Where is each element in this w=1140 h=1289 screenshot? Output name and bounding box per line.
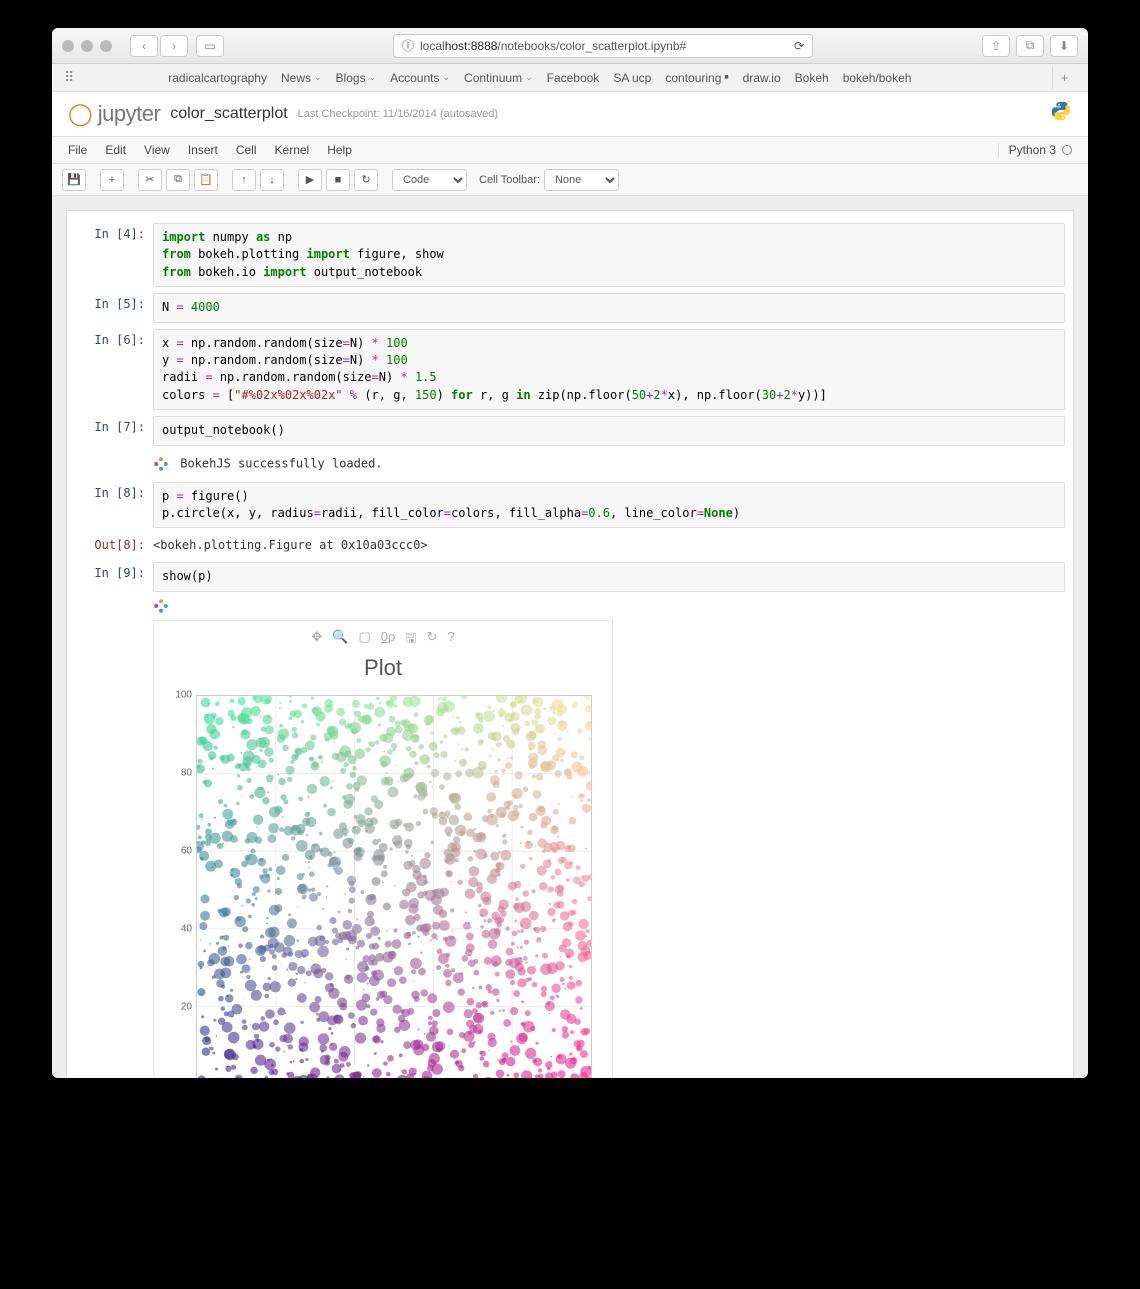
titlebar: ‹ › ▭ ⓘ localhost:8888/notebooks/color_s… <box>52 28 1088 64</box>
paste-button[interactable]: 📋 <box>194 169 218 191</box>
bookmark-item[interactable]: Blogs⌄ <box>336 71 377 85</box>
help-icon[interactable]: ? <box>447 629 454 651</box>
boxzoom-icon[interactable]: ▢ <box>358 629 370 651</box>
tabs-button[interactable]: ⧉ <box>1016 35 1044 57</box>
browser-window: ‹ › ▭ ⓘ localhost:8888/notebooks/color_s… <box>52 28 1088 1078</box>
menu-help[interactable]: Help <box>327 143 352 157</box>
cell-prompt: In [9]: <box>75 562 153 591</box>
bookmark-item[interactable]: contouring ■ <box>665 71 728 85</box>
code-cell[interactable]: x = np.random.random(size=N) * 100 y = n… <box>153 329 1065 411</box>
save-icon[interactable]: 🖫 <box>405 629 416 651</box>
bookmark-item[interactable]: Accounts⌄ <box>390 71 450 85</box>
plot-toolbar: ✥ 🔍 ▢ 0ρ 🖫 ↻ ? <box>162 629 604 651</box>
restart-button[interactable]: ↻ <box>354 169 378 191</box>
code-cell[interactable]: import numpy as np from bokeh.plotting i… <box>153 223 1065 287</box>
reload-icon[interactable]: ⟳ <box>794 39 804 53</box>
code-cell[interactable]: N = 4000 <box>153 293 1065 322</box>
back-button[interactable]: ‹ <box>130 35 158 57</box>
output-text: <bokeh.plotting.Figure at 0x10a03ccc0> <box>153 534 1065 556</box>
kernel-idle-icon <box>1062 145 1072 155</box>
jupyter-logo: ◯ jupyter <box>68 101 160 127</box>
bookmark-item[interactable]: SA ucp <box>613 71 651 85</box>
y-axis: 020406080100 <box>162 695 196 1078</box>
menu-file[interactable]: File <box>68 143 87 157</box>
bookmark-item[interactable]: draw.io <box>743 71 781 85</box>
menu-edit[interactable]: Edit <box>105 143 126 157</box>
add-cell-button[interactable]: + <box>100 169 124 191</box>
downloads-button[interactable]: ⬇ <box>1050 35 1078 57</box>
move-up-button[interactable]: ↑ <box>232 169 256 191</box>
close-icon[interactable] <box>62 40 74 52</box>
menu-insert[interactable]: Insert <box>188 143 218 157</box>
share-button[interactable]: ⇧ <box>982 35 1010 57</box>
code-cell[interactable]: p = figure() p.circle(x, y, radius=radii… <box>153 482 1065 529</box>
sidebar-button[interactable]: ▭ <box>196 35 224 57</box>
code-cell[interactable]: output_notebook() <box>153 416 1065 445</box>
checkpoint-text: Last Checkpoint: 11/16/2014 (autosaved) <box>298 108 498 120</box>
menu-cell[interactable]: Cell <box>236 143 257 157</box>
toolbar: 💾 + ✂ ⧉ 📋 ↑ ↓ ▶ ■ ↻ Code Cell Toolbar: N… <box>52 164 1088 196</box>
url-bar[interactable]: ⓘ localhost:8888/notebooks/color_scatter… <box>393 34 813 58</box>
celltoolbar-label: Cell Toolbar: <box>479 174 540 186</box>
bookmark-item[interactable]: bokeh/bokeh <box>843 71 912 85</box>
bookmark-item[interactable]: Continuum⌄ <box>464 71 533 85</box>
menubar: File Edit View Insert Cell Kernel Help Python … <box>52 136 1088 164</box>
move-down-button[interactable]: ↓ <box>260 169 284 191</box>
traffic-lights <box>62 40 112 52</box>
pan-icon[interactable]: ✥ <box>311 629 322 651</box>
info-icon: ⓘ <box>402 37 414 54</box>
stop-button[interactable]: ■ <box>326 169 350 191</box>
wheelzoom-icon[interactable]: 0ρ <box>381 629 396 651</box>
jupyter-header: ◯ jupyter color_scatterplot Last Checkpo… <box>52 92 1088 136</box>
bookmark-item[interactable]: News⌄ <box>281 71 322 85</box>
bookmarks-bar: ⠿ radicalcartography News⌄ Blogs⌄ Accounts⌄… <box>52 64 1088 92</box>
zoom-icon[interactable]: 🔍 <box>332 629 348 651</box>
cell-prompt: In [6]: <box>75 329 153 411</box>
cell-prompt: In [7]: <box>75 416 153 445</box>
bookmark-item[interactable]: Bokeh <box>795 71 829 85</box>
celltype-select[interactable]: Code <box>392 169 467 191</box>
reset-icon[interactable]: ↻ <box>426 629 437 651</box>
bookmark-item[interactable]: radicalcartography <box>168 71 267 85</box>
bokeh-logo-icon <box>153 598 169 614</box>
plot-area[interactable] <box>196 695 592 1078</box>
cell-prompt-out: Out[8]: <box>75 534 153 556</box>
cut-button[interactable]: ✂ <box>138 169 162 191</box>
celltoolbar-select[interactable]: None <box>544 169 619 191</box>
minimize-icon[interactable] <box>81 40 93 52</box>
kernel-indicator[interactable]: Python 3 <box>998 143 1072 157</box>
menu-view[interactable]: View <box>144 143 170 157</box>
new-tab-button[interactable]: + <box>1052 67 1076 89</box>
apps-icon[interactable]: ⠿ <box>64 69 74 86</box>
cell-prompt: In [4]: <box>75 223 153 287</box>
cell-prompt: In [5]: <box>75 293 153 322</box>
forward-button[interactable]: › <box>160 35 188 57</box>
notebook-area[interactable]: In [4]: import numpy as np from bokeh.pl… <box>52 196 1088 1078</box>
notebook-name[interactable]: color_scatterplot <box>170 105 287 123</box>
python-logo-icon <box>1050 100 1072 128</box>
bookmark-item[interactable]: Facebook <box>547 71 600 85</box>
code-cell[interactable]: show(p) <box>153 562 1065 591</box>
cell-prompt: In [8]: <box>75 482 153 529</box>
bokeh-plot[interactable]: ✥ 🔍 ▢ 0ρ 🖫 ↻ ? Plot 020406080100 <box>153 620 613 1078</box>
save-button[interactable]: 💾 <box>62 169 86 191</box>
copy-button[interactable]: ⧉ <box>166 169 190 191</box>
menu-kernel[interactable]: Kernel <box>275 143 310 157</box>
zoom-icon[interactable] <box>100 40 112 52</box>
run-button[interactable]: ▶ <box>298 169 322 191</box>
output-text: BokehJS successfully loaded. <box>153 452 1065 476</box>
plot-title: Plot <box>162 655 604 681</box>
